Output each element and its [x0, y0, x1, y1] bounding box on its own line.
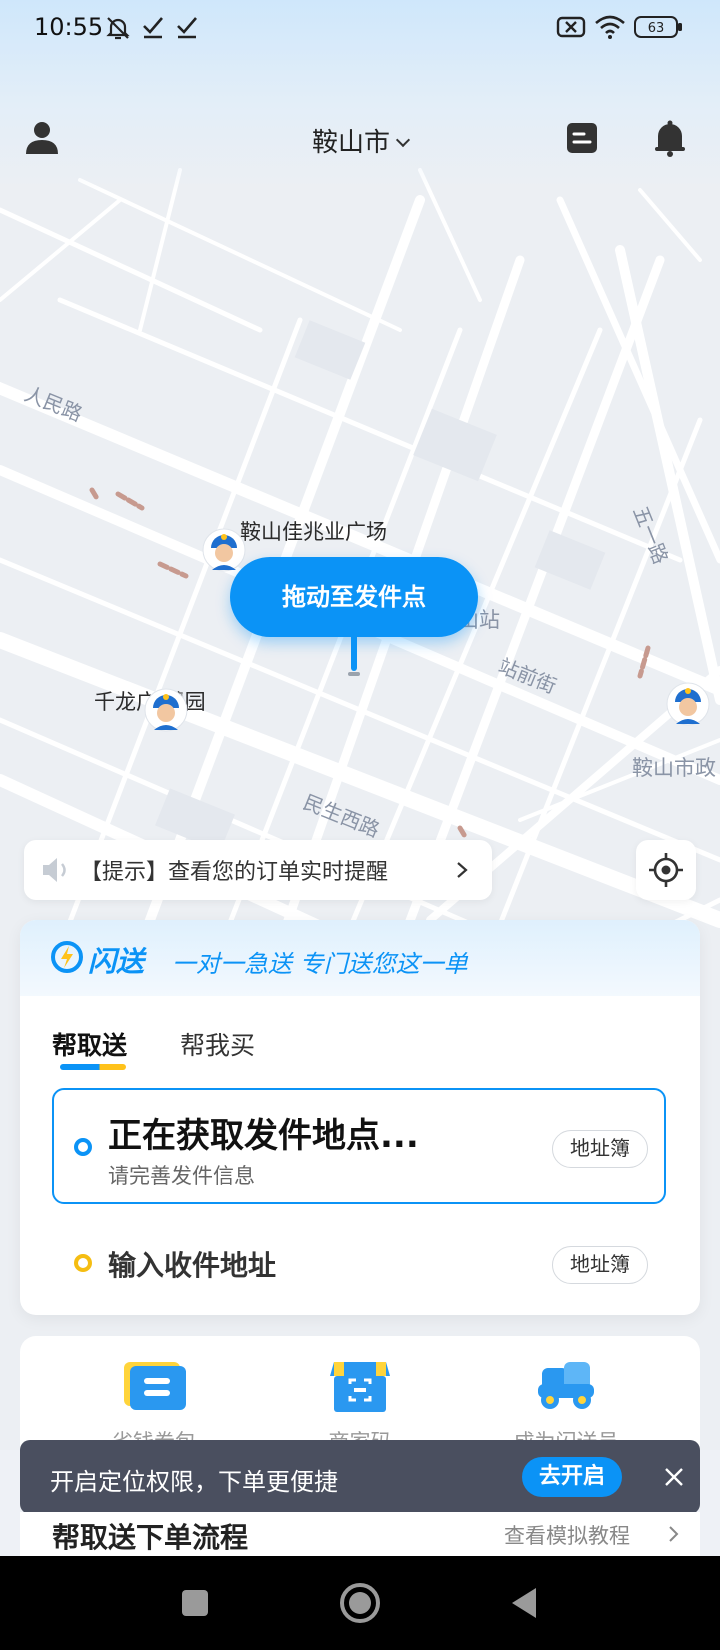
toast-text: 开启定位权限，下单更便捷 [50, 1468, 338, 1496]
speaker-icon [43, 858, 66, 882]
brand-banner: 闪送 一对一急送 专门送您这一单 [20, 920, 700, 996]
recents-button-icon[interactable] [170, 1578, 220, 1628]
city-name: 鞍山市 [311, 128, 390, 158]
tab-active-indicator [60, 1064, 126, 1070]
courier-avatar-icon[interactable] [144, 686, 188, 734]
status-time: 10:55 [34, 13, 104, 41]
brand-name: 闪送 [88, 945, 145, 978]
pickup-address-book-button[interactable]: 地址簿 [552, 1130, 648, 1168]
check-icon [177, 17, 197, 39]
city-selector[interactable]: 鞍山市 [0, 122, 720, 159]
courier-avatar-icon[interactable] [666, 680, 710, 728]
tutorial-link[interactable]: 查看模拟教程 [504, 1520, 630, 1550]
app-header: 鞍山市 [0, 108, 720, 168]
enable-location-button[interactable]: 去开启 [522, 1457, 622, 1497]
dropoff-address-input[interactable]: 输入收件地址 [108, 1244, 276, 1284]
coupon-icon [124, 1362, 186, 1410]
tab-pickup-deliver[interactable]: 帮取送 [52, 1026, 127, 1062]
dropoff-dot-icon [74, 1254, 92, 1272]
chevron-right-icon [457, 862, 468, 878]
order-reminder-tip[interactable]: 【提示】查看您的订单实时提醒 [24, 840, 492, 900]
poi-label: 鞍山市政 [632, 756, 716, 780]
location-permission-toast: 开启定位权限，下单更便捷 去开启 [20, 1440, 700, 1514]
merchant-code-icon [330, 1362, 390, 1412]
pickup-address-title: 正在获取发件地点... [108, 1116, 419, 1156]
back-button-icon[interactable] [500, 1578, 550, 1628]
system-nav-bar [0, 1556, 720, 1650]
courier-vehicle-icon [538, 1362, 594, 1409]
courier-avatar-icon[interactable] [202, 526, 246, 574]
locate-icon [649, 853, 683, 887]
tab-buy-for-me[interactable]: 帮我买 [180, 1026, 255, 1062]
shansong-logo-icon [51, 941, 83, 973]
flow-title: 帮取送下单流程 [52, 1521, 249, 1554]
battery-level: 63 [648, 21, 665, 36]
check-icon [143, 17, 163, 39]
pin-stem [351, 637, 357, 671]
tip-text: 【提示】查看您的订单实时提醒 [80, 860, 389, 885]
orders-icon[interactable] [562, 118, 602, 158]
chevron-right-icon [669, 1526, 679, 1542]
wifi-icon [595, 15, 625, 39]
pickup-dot-icon [74, 1138, 92, 1156]
drag-to-sender-pin[interactable]: 拖动至发件点 [230, 557, 478, 637]
bell-off-icon [106, 17, 130, 40]
battery-icon: 63 [634, 16, 682, 38]
pin-shadow [348, 672, 360, 676]
locate-me-button[interactable] [636, 840, 696, 900]
pickup-address-subtitle: 请完善发件信息 [108, 1164, 255, 1188]
order-flow-section: 帮取送下单流程 查看模拟教程 [20, 1512, 700, 1556]
notification-bell-icon[interactable] [650, 118, 690, 158]
poi-label: 鞍山佳兆业广场 [240, 520, 387, 544]
sim-x-icon [556, 16, 586, 38]
close-icon[interactable] [660, 1463, 688, 1491]
dropoff-address-book-button[interactable]: 地址簿 [552, 1246, 648, 1284]
status-bar: 10:55 63 [0, 0, 720, 56]
home-button-icon[interactable] [335, 1578, 385, 1628]
brand-slogan: 一对一急送 专门送您这一单 [172, 950, 468, 978]
chevron-down-icon [395, 132, 411, 148]
